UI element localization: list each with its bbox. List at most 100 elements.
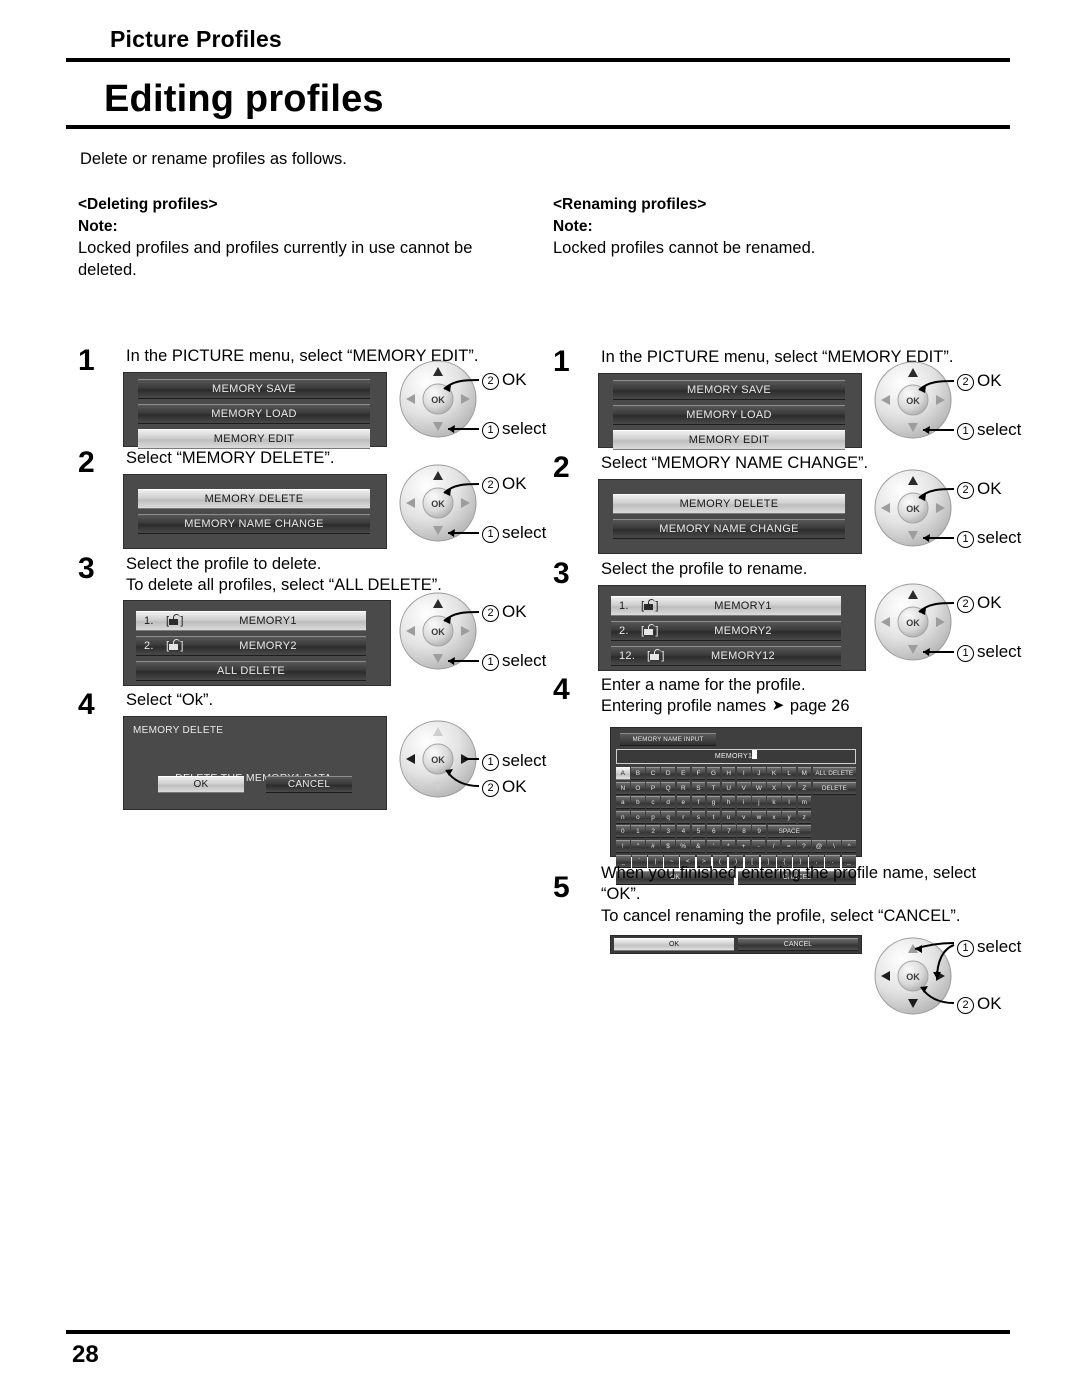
key-minus[interactable]: -	[751, 839, 766, 853]
key-quote[interactable]: "	[631, 839, 645, 853]
key-at[interactable]: @	[812, 839, 826, 853]
key-apostrophe[interactable]: '	[706, 839, 721, 853]
key-F[interactable]: F	[691, 766, 706, 780]
menu-item-memory-load[interactable]: MEMORY LOAD	[138, 403, 370, 424]
key-x[interactable]: x	[767, 810, 781, 824]
profile-row-memory1[interactable]: 1. [] MEMORY1	[136, 610, 366, 631]
key-G[interactable]: G	[706, 766, 721, 780]
bar-ok-button[interactable]: OK	[614, 937, 734, 951]
key-hash[interactable]: #	[646, 839, 660, 853]
key-b[interactable]: b	[631, 796, 645, 810]
profile-row-memory1[interactable]: 1. [] MEMORY1	[611, 595, 841, 616]
key-T[interactable]: T	[706, 781, 721, 795]
key-2[interactable]: 2	[646, 825, 660, 839]
key-E[interactable]: E	[676, 766, 691, 780]
key-g[interactable]: g	[706, 796, 721, 810]
key-e[interactable]: e	[676, 796, 691, 810]
key-plus[interactable]: +	[736, 839, 751, 853]
key-o[interactable]: o	[631, 810, 645, 824]
key-V[interactable]: V	[737, 781, 751, 795]
key-U[interactable]: U	[721, 781, 736, 795]
key-P[interactable]: P	[646, 781, 660, 795]
key-j[interactable]: j	[752, 796, 766, 810]
key-equals[interactable]: =	[782, 839, 796, 853]
key-9[interactable]: 9	[752, 825, 766, 839]
key-a[interactable]: a	[616, 796, 630, 810]
profile-row-memory12[interactable]: 12. [] MEMORY12	[611, 645, 841, 666]
key-6[interactable]: 6	[706, 825, 721, 839]
key-L[interactable]: L	[782, 766, 796, 780]
dialog-cancel-button[interactable]: CANCEL	[266, 775, 352, 793]
key-J[interactable]: J	[752, 766, 766, 780]
key-caret-symbol[interactable]: ^	[842, 839, 856, 853]
key-0[interactable]: 0	[616, 825, 630, 839]
key-asterisk[interactable]: *	[721, 839, 736, 853]
key-N[interactable]: N	[616, 781, 630, 795]
bar-cancel-button[interactable]: CANCEL	[738, 937, 858, 951]
key-M[interactable]: M	[797, 766, 812, 780]
menu-item-memory-edit[interactable]: MEMORY EDIT	[613, 429, 845, 450]
menu-item-memory-delete[interactable]: MEMORY DELETE	[613, 493, 845, 514]
menu-item-memory-delete[interactable]: MEMORY DELETE	[138, 488, 370, 509]
dpad-graphic[interactable]: OK	[396, 462, 484, 544]
menu-item-memory-name-change[interactable]: MEMORY NAME CHANGE	[613, 518, 845, 539]
dpad-graphic[interactable]: OK	[396, 718, 484, 800]
key-percent[interactable]: %	[676, 839, 690, 853]
key-dollar[interactable]: $	[661, 839, 675, 853]
dpad-graphic[interactable]: OK	[396, 590, 484, 672]
key-1[interactable]: 1	[631, 825, 645, 839]
key-backslash[interactable]: \	[827, 839, 841, 853]
menu-item-memory-load[interactable]: MEMORY LOAD	[613, 404, 845, 425]
key-k[interactable]: k	[767, 796, 781, 810]
key-A[interactable]: A	[616, 766, 630, 780]
key-B[interactable]: B	[631, 766, 645, 780]
key-l[interactable]: l	[782, 796, 796, 810]
menu-item-memory-save[interactable]: MEMORY SAVE	[138, 378, 370, 399]
key-exclamation[interactable]: !	[616, 839, 630, 853]
dpad-graphic[interactable]: OK	[871, 581, 959, 663]
dpad-graphic[interactable]: OK	[871, 935, 959, 1017]
key-S[interactable]: S	[691, 781, 706, 795]
menu-item-memory-name-change[interactable]: MEMORY NAME CHANGE	[138, 513, 370, 534]
key-r[interactable]: r	[676, 810, 691, 824]
key-z[interactable]: z	[797, 810, 812, 824]
dpad-graphic[interactable]: OK	[871, 359, 959, 441]
key-3[interactable]: 3	[661, 825, 676, 839]
key-D[interactable]: D	[661, 766, 675, 780]
menu-item-memory-save[interactable]: MEMORY SAVE	[613, 379, 845, 400]
key-I[interactable]: I	[737, 766, 751, 780]
profile-row-all-delete[interactable]: ALL DELETE	[136, 660, 366, 681]
key-c[interactable]: c	[646, 796, 660, 810]
key-w[interactable]: w	[752, 810, 766, 824]
key-d[interactable]: d	[661, 796, 675, 810]
key-m[interactable]: m	[797, 796, 812, 810]
key-t[interactable]: t	[706, 810, 721, 824]
key-5[interactable]: 5	[691, 825, 706, 839]
key-space[interactable]: SPACE	[767, 825, 811, 839]
key-H[interactable]: H	[721, 766, 736, 780]
profile-row-memory2[interactable]: 2. [] MEMORY2	[611, 620, 841, 641]
key-O[interactable]: O	[631, 781, 645, 795]
key-i[interactable]: i	[737, 796, 751, 810]
key-f[interactable]: f	[691, 796, 706, 810]
key-X[interactable]: X	[767, 781, 781, 795]
key-h[interactable]: h	[721, 796, 736, 810]
profile-row-memory2[interactable]: 2. [] MEMORY2	[136, 635, 366, 656]
key-slash[interactable]: /	[766, 839, 781, 853]
key-Y[interactable]: Y	[782, 781, 796, 795]
key-4[interactable]: 4	[676, 825, 691, 839]
key-8[interactable]: 8	[737, 825, 751, 839]
key-q[interactable]: q	[661, 810, 675, 824]
dpad-graphic[interactable]: OK	[396, 358, 484, 440]
key-W[interactable]: W	[752, 781, 766, 795]
key-y[interactable]: y	[782, 810, 796, 824]
key-u[interactable]: u	[721, 810, 736, 824]
key-p[interactable]: p	[646, 810, 660, 824]
key-7[interactable]: 7	[722, 825, 736, 839]
key-ampersand[interactable]: &	[691, 839, 705, 853]
menu-item-memory-edit[interactable]: MEMORY EDIT	[138, 428, 370, 449]
keyboard-name-field[interactable]: MEMORY1	[616, 748, 856, 764]
key-question[interactable]: ?	[797, 839, 811, 853]
dpad-graphic[interactable]: OK	[871, 467, 959, 549]
dialog-ok-button[interactable]: OK	[158, 775, 244, 793]
